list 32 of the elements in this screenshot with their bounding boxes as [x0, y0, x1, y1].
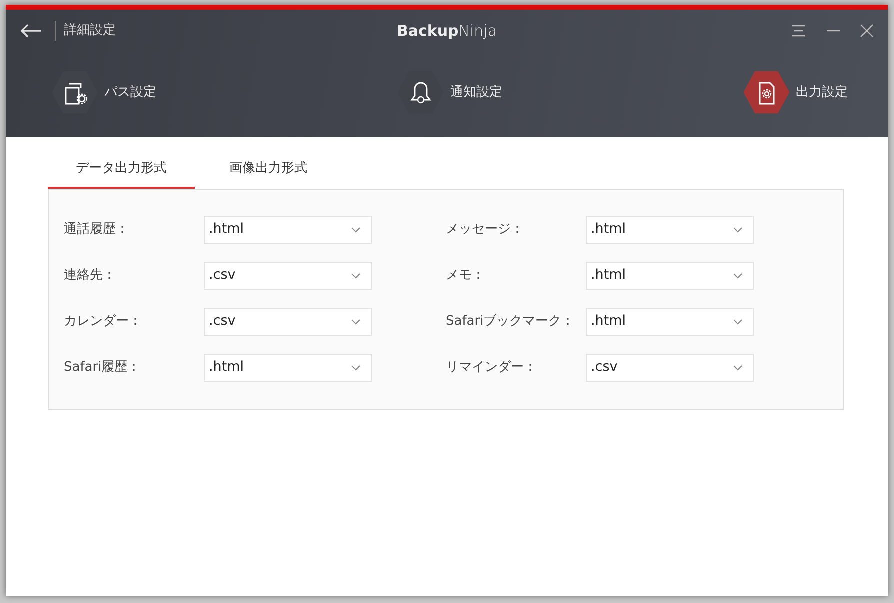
field-label: Safari履歴： — [64, 358, 142, 377]
format-dropdown[interactable]: .html — [586, 308, 754, 336]
section-link[interactable]: 通知設定 — [450, 82, 502, 102]
section-link[interactable]: 出力設定 — [796, 82, 848, 102]
chevron-icon — [733, 226, 743, 232]
chevron-icon — [351, 226, 361, 232]
field-label: 通話履歴： — [64, 220, 130, 239]
format-dropdown[interactable]: .html — [204, 354, 372, 382]
chevron-icon — [351, 318, 361, 324]
chevron-icon — [733, 272, 743, 278]
section-link[interactable]: パス設定 — [104, 82, 156, 102]
field-label: メモ： — [446, 266, 486, 285]
field-label: リマインダー： — [446, 358, 538, 377]
format-dropdown[interactable]: .html — [204, 216, 372, 244]
format-dropdown[interactable]: .csv — [586, 354, 754, 382]
chevron-icon — [351, 364, 361, 370]
tab[interactable]: 画像出力形式 — [195, 151, 342, 188]
format-dropdown[interactable]: .csv — [204, 262, 372, 290]
format-dropdown[interactable]: .html — [586, 216, 754, 244]
format-dropdown[interactable]: .csv — [204, 308, 372, 336]
window-title: 詳細設定 — [55, 21, 116, 41]
field-label: カレンダー： — [64, 312, 143, 331]
back-icon[interactable] — [20, 24, 42, 38]
field-label: メッセージ： — [446, 220, 525, 239]
field-label: 連絡先： — [64, 266, 117, 285]
chevron-icon — [733, 318, 743, 324]
field-label: Safariブックマーク： — [446, 312, 576, 331]
chevron-icon — [733, 364, 743, 370]
app-logo: BackupNinja — [396, 20, 498, 42]
chevron-icon — [351, 272, 361, 278]
bell-gear-icon — [408, 80, 433, 106]
format-dropdown[interactable]: .html — [586, 262, 754, 290]
